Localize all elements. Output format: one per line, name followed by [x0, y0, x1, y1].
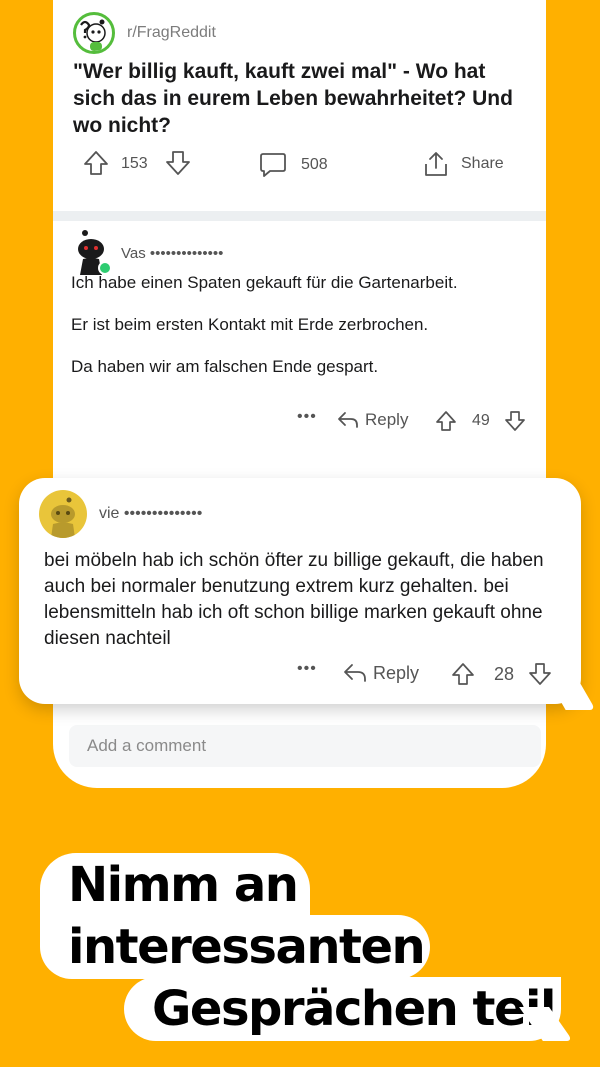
post-actions-bar: 153 508 Share	[73, 150, 529, 182]
subreddit-avatar[interactable]	[73, 12, 115, 54]
downvote-icon	[166, 151, 190, 175]
post-title[interactable]: "Wer billig kauft, kauft zwei mal" - Wo …	[73, 58, 523, 139]
comment-header: vie ••••••••••••••	[39, 490, 202, 538]
upvote-icon	[436, 411, 456, 431]
comment-actions: ••• Reply 49	[53, 408, 546, 434]
upvote-button[interactable]	[83, 150, 109, 176]
comment-item[interactable]: Vas •••••••••••••• Ich habe einen Spaten…	[53, 225, 546, 455]
reply-button[interactable]: Reply	[343, 662, 419, 684]
comment-username[interactable]: vie ••••••••••••••	[99, 505, 202, 523]
headline-line-3: Gesprächen teil	[124, 977, 573, 1041]
upvote-button[interactable]	[435, 410, 457, 432]
comment-icon	[260, 153, 286, 177]
snoo-avatar-icon	[78, 230, 112, 275]
add-comment-input[interactable]: Add a comment	[69, 725, 541, 767]
promo-headline: Nimm an interessanten Gesprächen teil	[40, 853, 573, 1041]
downvote-button[interactable]	[504, 410, 526, 432]
post-vote-count: 153	[121, 155, 148, 172]
upvote-icon	[452, 663, 474, 685]
comment-actions: ••• Reply 28	[19, 660, 581, 688]
comments-button[interactable]: 508	[259, 152, 328, 178]
share-icon	[425, 152, 447, 176]
downvote-icon	[529, 663, 551, 685]
share-label: Share	[461, 155, 504, 172]
downvote-button[interactable]	[165, 150, 191, 176]
headline-line-1: Nimm an	[40, 853, 310, 917]
section-divider	[53, 211, 546, 221]
comment-paragraph: Da haben wir am falschen Ende gespart.	[71, 357, 379, 376]
comment-count: 508	[301, 156, 328, 173]
post-card[interactable]: r/FragReddit "Wer billig kauft, kauft zw…	[53, 0, 546, 195]
upvote-icon	[84, 151, 108, 175]
comment-body: Ich habe einen Spaten gekauft für die Ga…	[71, 271, 511, 397]
reply-icon	[338, 412, 358, 428]
reply-label: Reply	[373, 662, 420, 683]
comment-vote-count: 49	[472, 412, 490, 429]
comment-vote-count: 28	[494, 664, 515, 684]
downvote-button[interactable]	[528, 662, 552, 686]
post-header: r/FragReddit	[73, 12, 216, 54]
reply-button[interactable]: Reply	[337, 410, 408, 430]
avatar[interactable]	[39, 490, 87, 538]
comment-username[interactable]: Vas ••••••••••••••	[121, 245, 223, 262]
snoo-question-icon	[80, 19, 106, 51]
highlighted-comment[interactable]: vie •••••••••••••• bei möbeln hab ich sc…	[19, 478, 596, 710]
downvote-icon	[505, 411, 525, 431]
upvote-button[interactable]	[451, 662, 475, 686]
headline-line-2: interessanten	[40, 915, 430, 979]
comment-paragraph: Ich habe einen Spaten gekauft für die Ga…	[71, 273, 458, 292]
comment-paragraph: Er ist beim ersten Kontakt mit Erde zerb…	[71, 315, 429, 334]
comment-header: Vas ••••••••••••••	[71, 229, 223, 277]
share-button[interactable]: Share	[423, 150, 504, 178]
more-options-button[interactable]: •••	[297, 660, 317, 678]
reply-label: Reply	[365, 410, 409, 429]
subreddit-name[interactable]: r/FragReddit	[127, 24, 216, 42]
comment-body: bei möbeln hab ich schön öfter zu billig…	[44, 550, 544, 649]
more-options-button[interactable]: •••	[297, 408, 317, 426]
reply-icon	[344, 664, 366, 682]
headline-line-3-text: Gesprächen teil	[152, 981, 556, 1037]
avatar[interactable]	[71, 229, 115, 277]
snoo-avatar-icon	[51, 497, 75, 538]
